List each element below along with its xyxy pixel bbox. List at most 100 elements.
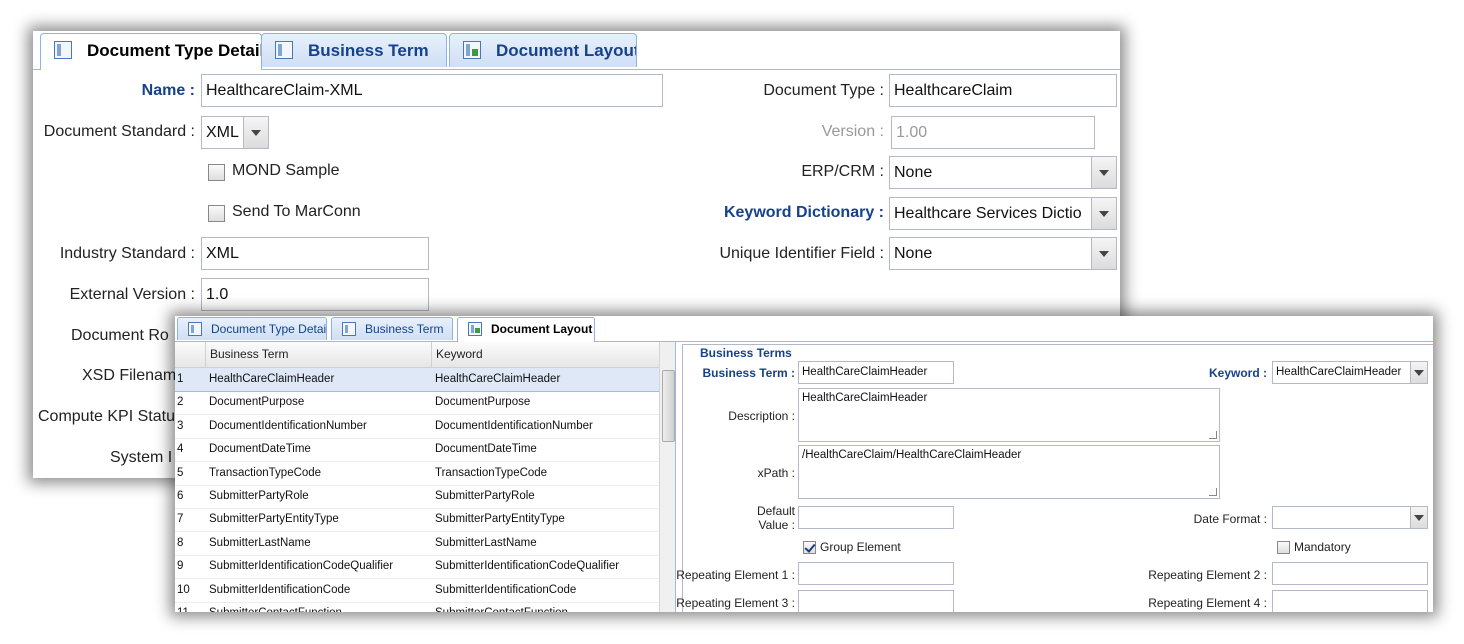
unique-identifier-field-label: Unique Identifier Field : <box>719 245 884 262</box>
keyword-cell: DocumentDateTime <box>435 443 537 456</box>
default-value-input[interactable] <box>798 506 954 529</box>
row-number: 5 <box>177 466 184 479</box>
keyword-dictionary-select[interactable]: Healthcare Services Dictio <box>889 197 1117 230</box>
erp-crm-value: None <box>894 164 933 181</box>
business-term-cell: SubmitterContactFunction <box>209 602 429 612</box>
business-term-cell: SubmitterLastName <box>209 536 311 549</box>
default-value-label-line2: Value : <box>758 518 795 532</box>
resize-grip-icon[interactable] <box>1209 431 1217 439</box>
business-term-input[interactable]: HealthCareClaimHeader <box>798 361 954 384</box>
group-element-checkbox[interactable] <box>803 541 816 554</box>
table-row[interactable]: 8 SubmitterLastName SubmitterLastName <box>175 532 659 556</box>
business-term-label: Business Term : <box>702 366 795 380</box>
business-term-cell: DocumentDateTime <box>209 443 311 456</box>
keyword-cell: SubmitterPartyRole <box>435 490 535 502</box>
tab-document-type-detail[interactable]: Document Type Detail <box>40 33 262 70</box>
repeating-element-1-input[interactable] <box>798 562 954 585</box>
keyword-cell: DocumentIdentificationNumber <box>435 419 593 432</box>
document-layout-panel: Document Type Detail Business Term Docum… <box>175 316 1433 612</box>
default-value-label-line1: Default <box>756 504 795 518</box>
business-term-cell: HealthCareClaimHeader <box>209 373 335 385</box>
document-standard-select[interactable]: XML <box>201 116 269 149</box>
chevron-down-icon[interactable] <box>1410 362 1427 383</box>
tab-document-layout[interactable]: Document Layout <box>457 317 595 342</box>
unique-identifier-field-select[interactable]: None <box>889 237 1117 270</box>
keyword-dictionary-value: Healthcare Services Dictio <box>894 205 1082 222</box>
external-version-input[interactable]: 1.0 <box>201 278 429 311</box>
tab-strip: Document Type Detail Business Term Docum… <box>175 316 1433 342</box>
list-icon <box>275 41 293 59</box>
xpath-label: xPath : <box>757 466 795 480</box>
row-number: 3 <box>177 419 184 432</box>
scroll-thumb[interactable] <box>662 370 675 442</box>
send-to-marconn-checkbox[interactable] <box>208 205 225 222</box>
table-row[interactable]: 7 SubmitterPartyEntityType SubmitterPartyE… <box>175 508 659 533</box>
grid-scrollbar[interactable] <box>659 342 675 612</box>
list-icon <box>342 322 356 336</box>
document-type-label: Document Type : <box>763 82 884 99</box>
table-row[interactable]: 2 DocumentPurpose DocumentPurpose <box>175 391 659 416</box>
chevron-down-icon[interactable] <box>243 117 268 148</box>
table-row[interactable]: 11 SubmitterContactFunction SubmitterConta… <box>175 602 659 612</box>
chevron-down-icon[interactable] <box>1091 157 1116 188</box>
business-term-cell: SubmitterPartyRole <box>209 490 309 502</box>
row-number: 9 <box>177 560 184 573</box>
repeating-element-3-input[interactable] <box>798 590 954 612</box>
chevron-down-icon[interactable] <box>1410 507 1427 528</box>
repeating-element-2-label: Repeating Element 2 : <box>1148 568 1267 582</box>
table-row[interactable]: 10 SubmitterIdentificationCode SubmitterId… <box>175 579 659 603</box>
repeating-element-4-input[interactable] <box>1272 590 1428 612</box>
document-type-input[interactable]: HealthcareClaim <box>889 74 1117 107</box>
tab-label: Business Term <box>308 41 429 60</box>
resize-grip-icon[interactable] <box>1209 488 1217 496</box>
layout-icon <box>468 322 482 336</box>
compute-kpi-status-label: Compute KPI Statu <box>38 408 175 425</box>
column-header-keyword[interactable]: Keyword <box>431 342 659 367</box>
mond-sample-checkbox[interactable] <box>208 164 225 181</box>
table-row[interactable]: 9 SubmitterIdentificationCodeQualifier Sub… <box>175 555 659 580</box>
chevron-down-icon[interactable] <box>1091 198 1116 229</box>
table-row[interactable]: 3 DocumentIdentificationNumber DocumentIde… <box>175 415 659 439</box>
table-row[interactable]: 4 DocumentDateTime DocumentDateTime <box>175 438 659 463</box>
version-label: Version : <box>821 123 884 140</box>
tab-document-type-detail[interactable]: Document Type Detail <box>177 317 327 340</box>
description-label: Description : <box>728 409 795 423</box>
send-to-marconn-label: Send To MarConn <box>232 203 361 220</box>
industry-standard-input[interactable]: XML <box>201 237 429 270</box>
date-format-label: Date Format : <box>1193 512 1267 526</box>
keyword-select[interactable]: HealthCareClaimHeader <box>1272 361 1428 384</box>
xsd-filename-label: XSD Filenam <box>82 367 177 384</box>
table-icon <box>54 41 72 59</box>
table-icon <box>188 322 202 336</box>
repeating-element-2-input[interactable] <box>1272 562 1428 585</box>
chevron-down-icon[interactable] <box>1091 238 1116 269</box>
mandatory-checkbox[interactable] <box>1277 541 1290 554</box>
business-term-cell: DocumentPurpose <box>209 396 305 409</box>
tab-business-term[interactable]: Business Term <box>261 33 447 67</box>
date-format-select[interactable] <box>1272 506 1428 529</box>
repeating-element-4-label: Repeating Element 4 : <box>1148 596 1267 610</box>
unique-identifier-field-value: None <box>894 245 933 262</box>
xpath-textarea[interactable]: /HealthCareClaim/HealthCareClaimHeader <box>798 445 1220 499</box>
erp-crm-label: ERP/CRM : <box>801 163 884 180</box>
tab-strip: Document Type Detail Business Term Docum… <box>33 31 1120 70</box>
tab-business-term[interactable]: Business Term <box>331 317 453 340</box>
tab-label: Document Type Detail <box>211 322 327 336</box>
xpath-value: /HealthCareClaim/HealthCareClaimHeader <box>802 449 1022 461</box>
keyword-cell: HealthCareClaimHeader <box>435 373 561 385</box>
document-root-label: Document Ro <box>71 327 169 344</box>
tab-document-layout[interactable]: Document Layout <box>449 33 637 67</box>
business-terms-form: Business Terms Business Term : HealthCar… <box>676 342 1433 612</box>
table-row[interactable]: 6 SubmitterPartyRole SubmitterPartyRole <box>175 485 659 509</box>
keyword-dictionary-label: Keyword Dictionary : <box>723 204 884 221</box>
business-term-cell: DocumentIdentificationNumber <box>209 419 367 432</box>
business-term-cell: SubmitterIdentificationCode <box>209 583 351 596</box>
keyword-cell: SubmitterIdentificationCode <box>435 583 577 596</box>
name-input[interactable]: HealthcareClaim-XML <box>201 74 663 107</box>
table-row[interactable]: 1 HealthCareClaimHeader HealthCareClaimHea… <box>175 368 659 392</box>
erp-crm-select[interactable]: None <box>889 156 1117 189</box>
table-row[interactable]: 5 TransactionTypeCode TransactionTypeCode <box>175 462 659 486</box>
column-header-business-term[interactable]: Business Term <box>205 342 431 367</box>
description-textarea[interactable]: HealthCareClaimHeader <box>798 388 1220 442</box>
document-standard-label: Document Standard : <box>43 123 195 140</box>
